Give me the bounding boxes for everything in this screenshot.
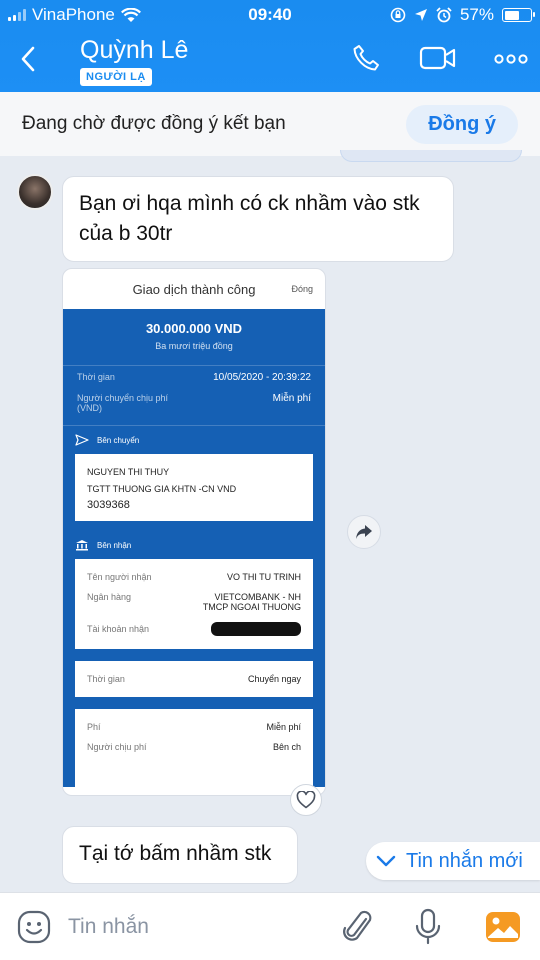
tx-close-label: Đóng xyxy=(291,284,313,294)
emoji-icon[interactable] xyxy=(16,909,52,945)
more-icon[interactable] xyxy=(493,42,529,74)
alarm-icon xyxy=(436,7,452,23)
tx-sender-account-name: TGTT THUONG GIA KHTN -CN VND xyxy=(87,484,237,494)
composer-bar: Tin nhắn xyxy=(0,892,540,960)
status-bar: VinaPhone 09:40 57% xyxy=(0,0,540,30)
tx-receiver-card: Tên người nhận VO THI TU TRINH Ngân hàng V… xyxy=(75,559,313,649)
chevron-down-icon xyxy=(376,855,396,867)
tx-title: Giao dịch thành công xyxy=(132,281,256,297)
friend-request-banner: Đang chờ được đồng ý kết bạn Đồng ý xyxy=(0,92,540,156)
tx-fee-label: Phí xyxy=(87,722,101,732)
tx-bank-label: Ngân hàng xyxy=(87,592,132,602)
tx-fee-value: Miễn phí xyxy=(266,722,301,732)
new-messages-button[interactable]: Tin nhắn mới xyxy=(366,842,540,880)
tx-summary: 30.000.000 VND Ba mươi triệu đồng Thời g… xyxy=(63,309,325,787)
tx-receiver-name-label: Tên người nhận xyxy=(87,572,152,582)
tx-sender-section: Bên chuyển xyxy=(97,435,140,445)
header: VinaPhone 09:40 57% Quỳnh Lê NGƯỜI LẠ xyxy=(0,0,540,92)
share-icon xyxy=(356,525,372,539)
battery-percent: 57% xyxy=(459,5,494,24)
carrier-name: VinaPhone xyxy=(32,5,115,24)
forward-button[interactable] xyxy=(347,515,381,549)
contact-name[interactable]: Quỳnh Lê xyxy=(80,36,188,65)
tx-receiver-section: Bên nhận xyxy=(97,540,132,550)
stranger-badge: NGƯỜI LẠ xyxy=(80,68,152,86)
image-icon[interactable] xyxy=(484,910,522,944)
tx-bank-value: VIETCOMBANK - NH TMCP NGOAI THUONG xyxy=(202,592,301,612)
screen-lock-icon xyxy=(390,7,406,23)
tx-amount-words: Ba mươi triệu đồng xyxy=(155,341,233,351)
tx-fee-payer-label: Người chuyển chịu phí (VND) xyxy=(77,393,168,413)
phone-icon[interactable] xyxy=(350,42,382,74)
location-icon xyxy=(414,9,427,21)
previous-message-bubble xyxy=(340,150,522,162)
wifi-icon xyxy=(120,7,141,22)
avatar[interactable] xyxy=(17,174,53,210)
tx-amount: 30.000.000 VND xyxy=(145,321,243,336)
attachment-icon[interactable] xyxy=(342,909,376,945)
back-icon[interactable] xyxy=(18,44,38,74)
tx-account-label: Tài khoản nhận xyxy=(87,624,150,634)
tx-time-value: 10/05/2020 - 20:39:22 xyxy=(213,372,311,383)
message-bubble[interactable]: Bạn ơi hqa mình có ck nhầm vào stk của b… xyxy=(62,176,454,262)
tx-fee-payer-value: Miễn phí xyxy=(272,393,311,404)
video-call-icon[interactable] xyxy=(419,42,457,74)
tx-fee-card: Phí Miễn phí Người chịu phí Bên ch xyxy=(75,709,313,787)
bank-icon xyxy=(76,540,88,551)
tx-sender-account-number: 3039368 xyxy=(87,499,130,511)
microphone-icon[interactable] xyxy=(414,908,442,946)
tx-receiver-name-value: VO THI TU TRINH xyxy=(226,572,301,582)
tx-time2-label: Thời gian xyxy=(87,674,125,684)
tx-time-label: Thời gian xyxy=(77,372,115,382)
signal-icon xyxy=(8,9,26,21)
redaction-mark xyxy=(211,622,301,636)
tx-payer-value: Bên ch xyxy=(272,742,301,752)
tx-time2-value: Chuyển ngay xyxy=(247,674,301,684)
message-input[interactable]: Tin nhắn xyxy=(68,915,149,939)
heart-icon xyxy=(296,791,316,809)
battery-icon xyxy=(502,8,535,22)
tx-sender-card: NGUYEN THI THUY TGTT THUONG GIA KHTN -CN… xyxy=(75,454,313,521)
tx-time-card: Thời gian Chuyển ngay xyxy=(75,661,313,697)
new-messages-label: Tin nhắn mới xyxy=(406,849,523,872)
transaction-image-message[interactable]: Giao dịch thành công Đóng 30.000.000 VND… xyxy=(62,268,326,796)
send-icon xyxy=(75,434,89,446)
tx-payer-label: Người chịu phí xyxy=(87,742,147,752)
tx-sender-name: NGUYEN THI THUY xyxy=(87,467,170,477)
pending-text: Đang chờ được đồng ý kết bạn xyxy=(22,113,286,134)
react-button[interactable] xyxy=(290,784,322,816)
accept-button[interactable]: Đồng ý xyxy=(406,104,518,144)
message-bubble[interactable]: Tại tớ bấm nhầm stk xyxy=(62,826,298,884)
